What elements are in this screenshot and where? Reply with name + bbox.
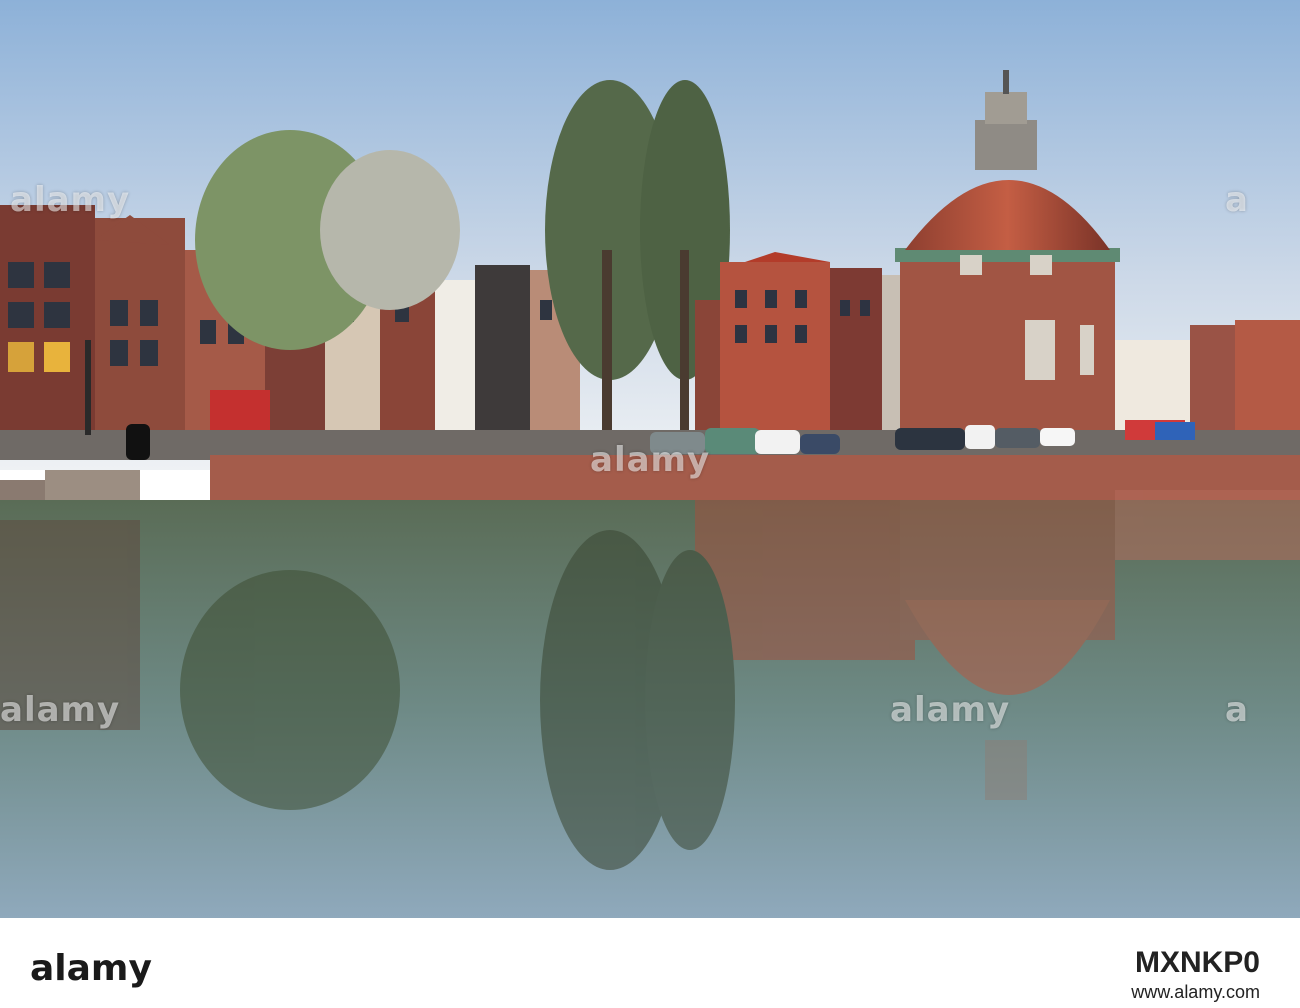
site-url: www.alamy.com <box>1131 982 1260 1002</box>
stock-info: MXNKP0 www.alamy.com <box>1131 946 1260 1003</box>
traffic-light <box>126 424 150 460</box>
watermark: alamy <box>890 690 1011 730</box>
watermark: a <box>1225 690 1249 730</box>
watermark: alamy <box>10 180 131 220</box>
footer-bar: alamy MXNKP0 www.alamy.com <box>0 918 1300 1008</box>
alamy-logo: alamy <box>30 948 152 989</box>
watermark: alamy <box>590 440 711 480</box>
alamy-logo-text: alamy <box>30 948 152 989</box>
street-lamp <box>85 340 91 435</box>
watermark: a <box>1225 180 1249 220</box>
photo-scene: alamy alamy alamy alamy a a <box>0 0 1300 918</box>
stock-id: MXNKP0 <box>1134 946 1260 979</box>
watermark: alamy <box>0 690 121 730</box>
